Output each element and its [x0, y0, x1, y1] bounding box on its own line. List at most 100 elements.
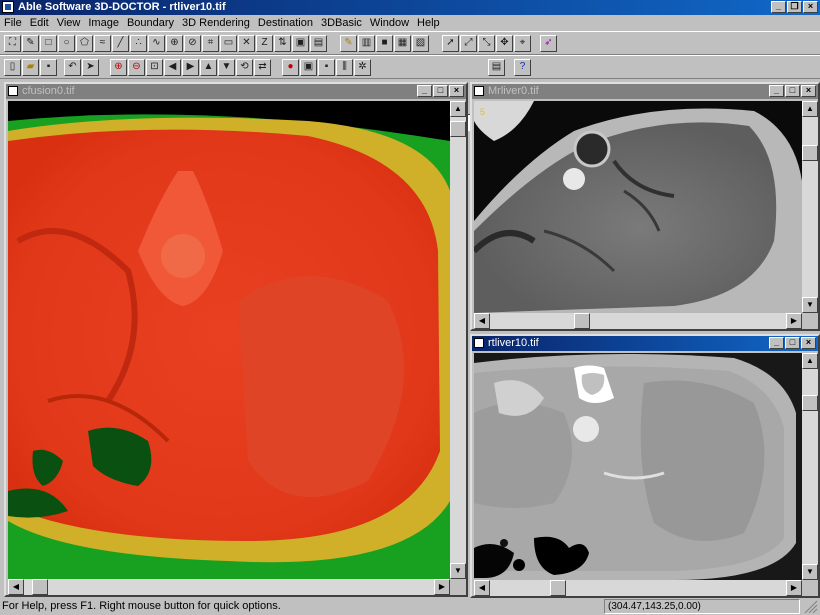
fusion-vertical-scrollbar[interactable]: ▲ ▼ — [450, 101, 466, 579]
mrliver-maximize-button[interactable]: □ — [785, 85, 800, 97]
rtliver-image-view[interactable] — [474, 353, 802, 580]
restore-button[interactable]: ❐ — [787, 1, 802, 13]
fusion-maximize-button[interactable]: □ — [433, 85, 448, 97]
scroll-right-icon[interactable]: ▶ — [434, 579, 450, 595]
scroll-thumb[interactable] — [32, 579, 48, 595]
app-title-bar[interactable]: Able Software 3D-DOCTOR - rtliver10.tif … — [0, 0, 820, 15]
flip-icon[interactable]: ⇄ — [254, 59, 271, 76]
print-icon[interactable]: ✎ — [340, 35, 357, 52]
pan-up-icon[interactable]: ▲ — [200, 59, 217, 76]
arrow-cursor-icon[interactable]: ➚ — [442, 35, 459, 52]
select-region-icon[interactable]: ⛶ — [4, 35, 21, 52]
fit-window-icon[interactable]: ▣ — [300, 59, 317, 76]
mrliver-window[interactable]: Mrliver0.tif _ □ × 5 ▲ ▼ ◀ ▶ — [470, 82, 820, 331]
menu-file[interactable]: File — [0, 17, 26, 29]
menu-destination[interactable]: Destination — [254, 17, 317, 29]
crop-tool-icon[interactable]: ⌗ — [202, 35, 219, 52]
settings-icon[interactable]: ✲ — [354, 59, 371, 76]
rtliver-window[interactable]: rtliver10.tif _ □ × ▲ ▼ ◀ ▶ — [470, 334, 820, 598]
mrliver-horizontal-scrollbar[interactable]: ◀ ▶ — [474, 313, 802, 329]
scroll-left-icon[interactable]: ◀ — [474, 313, 490, 329]
arrow-add-icon[interactable]: ⤢ — [460, 35, 477, 52]
smooth-tool-icon[interactable]: ∿ — [148, 35, 165, 52]
pan-left-icon[interactable]: ◀ — [164, 59, 181, 76]
slices-icon[interactable]: ⫼ — [336, 59, 353, 76]
scroll-thumb[interactable] — [802, 145, 818, 161]
menu-edit[interactable]: Edit — [26, 17, 53, 29]
minimize-button[interactable]: _ — [771, 1, 786, 13]
render-icon[interactable]: ● — [282, 59, 299, 76]
scroll-thumb[interactable] — [550, 580, 566, 596]
arrow-move-icon[interactable]: ✥ — [496, 35, 513, 52]
line-tool-icon[interactable]: ╱ — [112, 35, 129, 52]
single-frame-icon[interactable]: ▪ — [318, 59, 335, 76]
new-file-icon[interactable]: ▯ — [4, 59, 21, 76]
undo-icon[interactable]: ↶ — [64, 59, 81, 76]
resize-grip-icon[interactable] — [804, 600, 818, 613]
zoom-out-icon[interactable]: ⊖ — [128, 59, 145, 76]
scroll-up-icon[interactable]: ▲ — [802, 101, 818, 117]
display-4-icon[interactable]: ▧ — [412, 35, 429, 52]
mrliver-close-button[interactable]: × — [801, 85, 816, 97]
mrliver-window-caption[interactable]: Mrliver0.tif _ □ × — [472, 84, 818, 99]
scroll-thumb[interactable] — [450, 121, 466, 137]
scroll-down-icon[interactable]: ▼ — [802, 297, 818, 313]
rtliver-minimize-button[interactable]: _ — [769, 337, 784, 349]
zoom-area-icon[interactable]: ⊡ — [146, 59, 163, 76]
close-button[interactable]: × — [803, 1, 818, 13]
menu-boundary[interactable]: Boundary — [123, 17, 178, 29]
menu-window[interactable]: Window — [366, 17, 413, 29]
rtliver-maximize-button[interactable]: □ — [785, 337, 800, 349]
scroll-right-icon[interactable]: ▶ — [786, 313, 802, 329]
trace-tool-icon[interactable]: ≈ — [94, 35, 111, 52]
help-icon[interactable]: ? — [514, 59, 531, 76]
pencil-tool-icon[interactable]: ✎ — [22, 35, 39, 52]
app-icon[interactable] — [2, 1, 14, 13]
scroll-thumb[interactable] — [802, 395, 818, 411]
rtliver-vertical-scrollbar[interactable]: ▲ ▼ — [802, 353, 818, 580]
scroll-up-icon[interactable]: ▲ — [450, 101, 466, 117]
fusion-image-view[interactable] — [8, 101, 450, 579]
mrliver-image-view[interactable]: 5 — [474, 101, 802, 313]
menu-image[interactable]: Image — [84, 17, 123, 29]
display-2-icon[interactable]: ■ — [376, 35, 393, 52]
split-tool-icon[interactable]: ⊘ — [184, 35, 201, 52]
menu-3d-rendering[interactable]: 3D Rendering — [178, 17, 254, 29]
rtliver-window-caption[interactable]: rtliver10.tif _ □ × — [472, 336, 818, 351]
fusion-window-caption[interactable]: cfusion0.tif _ □ × — [6, 84, 466, 99]
display-icon[interactable]: ▥ — [358, 35, 375, 52]
fusion-horizontal-scrollbar[interactable]: ◀ ▶ — [8, 579, 450, 595]
mrliver-minimize-button[interactable]: _ — [769, 85, 784, 97]
open-folder-icon[interactable]: ▰ — [22, 59, 39, 76]
pointer-icon[interactable]: ➤ — [82, 59, 99, 76]
menu-view[interactable]: View — [53, 17, 85, 29]
highlighter-icon[interactable]: ▤ — [310, 35, 327, 52]
rtliver-horizontal-scrollbar[interactable]: ◀ ▶ — [474, 580, 802, 596]
save-disk-icon[interactable]: ▪ — [40, 59, 57, 76]
pan-right-icon[interactable]: ▶ — [182, 59, 199, 76]
pan-down-icon[interactable]: ▼ — [218, 59, 235, 76]
pointer-magenta-icon[interactable]: ➶ — [540, 35, 557, 52]
scroll-down-icon[interactable]: ▼ — [802, 564, 818, 580]
region-grow-icon[interactable]: ⇅ — [274, 35, 291, 52]
delete-boundary-icon[interactable]: ▭ — [220, 35, 237, 52]
fusion-close-button[interactable]: × — [449, 85, 464, 97]
zoom-z-icon[interactable]: ✕ — [238, 35, 255, 52]
scroll-down-icon[interactable]: ▼ — [450, 563, 466, 579]
fusion-minimize-button[interactable]: _ — [417, 85, 432, 97]
scroll-left-icon[interactable]: ◀ — [474, 580, 490, 596]
edit-points-icon[interactable]: ∴ — [130, 35, 147, 52]
display-3-icon[interactable]: ▦ — [394, 35, 411, 52]
arrow-remove-icon[interactable]: ⤡ — [478, 35, 495, 52]
scroll-up-icon[interactable]: ▲ — [802, 353, 818, 369]
menu-3dbasic[interactable]: 3DBasic — [317, 17, 366, 29]
scroll-thumb[interactable] — [574, 313, 590, 329]
fusion-window[interactable]: cfusion0.tif _ □ × ▲ ▼ ◀ ▶ — [4, 82, 468, 597]
mrliver-vertical-scrollbar[interactable]: ▲ ▼ — [802, 101, 818, 313]
ellipse-tool-icon[interactable]: ○ — [58, 35, 75, 52]
fill-tool-icon[interactable]: ▣ — [292, 35, 309, 52]
menu-help[interactable]: Help — [413, 17, 444, 29]
zoom-in-icon[interactable]: ⊕ — [110, 59, 127, 76]
rectangle-tool-icon[interactable]: □ — [40, 35, 57, 52]
color-palette-icon[interactable]: ▤ — [488, 59, 505, 76]
